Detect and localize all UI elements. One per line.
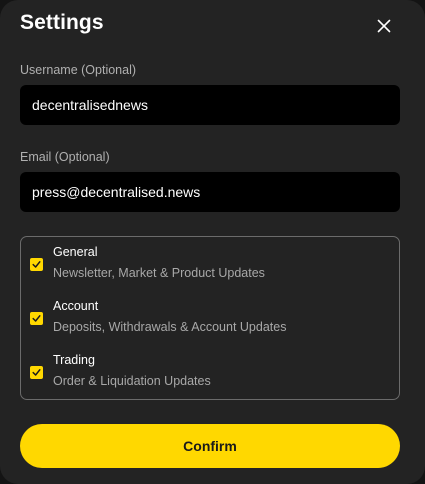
settings-dialog: Settings Username (Optional) Email (Opti… [0, 0, 425, 484]
preference-description: Deposits, Withdrawals & Account Updates [53, 320, 287, 334]
preference-title: General [53, 245, 98, 259]
general-checkbox[interactable] [30, 258, 43, 271]
preference-description: Newsletter, Market & Product Updates [53, 266, 265, 280]
preference-trading[interactable]: Trading Order & Liquidation Updates [21, 345, 399, 389]
preference-title: Account [53, 299, 99, 313]
username-label: Username (Optional) [20, 63, 137, 77]
close-button[interactable] [371, 13, 397, 39]
username-field[interactable] [20, 85, 400, 125]
checkmark-icon [32, 261, 41, 268]
preference-description: Order & Liquidation Updates [53, 374, 211, 388]
dialog-title: Settings [20, 11, 104, 34]
close-icon [377, 19, 391, 33]
email-field[interactable] [20, 172, 400, 212]
preference-account[interactable]: Account Deposits, Withdrawals & Account … [21, 291, 399, 335]
preference-general[interactable]: General Newsletter, Market & Product Upd… [21, 237, 399, 281]
checkmark-icon [32, 369, 41, 376]
confirm-button[interactable]: Confirm [20, 424, 400, 468]
preference-title: Trading [53, 353, 95, 367]
account-checkbox[interactable] [30, 312, 43, 325]
notification-preferences: General Newsletter, Market & Product Upd… [20, 236, 400, 400]
trading-checkbox[interactable] [30, 366, 43, 379]
email-label: Email (Optional) [20, 150, 110, 164]
checkmark-icon [32, 315, 41, 322]
